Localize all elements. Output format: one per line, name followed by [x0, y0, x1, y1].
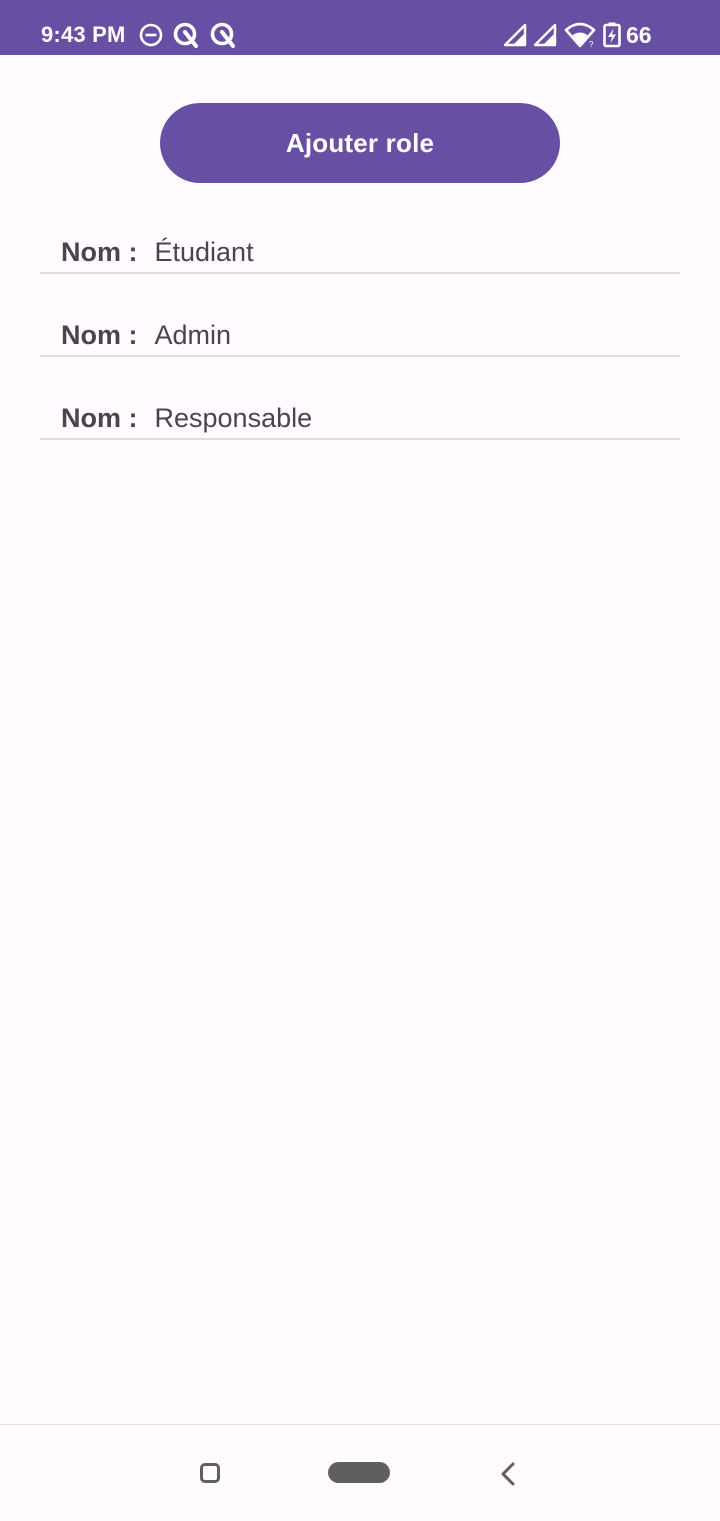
role-name: Responsable	[154, 402, 313, 433]
home-icon[interactable]	[328, 1462, 390, 1483]
add-role-button-label: Ajouter role	[285, 127, 435, 158]
signal-icon	[503, 23, 527, 47]
role-row: Nom : Étudiant	[61, 236, 254, 268]
recents-icon[interactable]	[200, 1463, 220, 1483]
divider	[40, 438, 680, 440]
battery-level: 66	[626, 22, 652, 48]
wifi-icon: ?	[564, 22, 596, 49]
role-label: Nom :	[61, 236, 138, 267]
q-app-icon	[210, 22, 235, 48]
role-name: Étudiant	[154, 236, 254, 267]
list-item[interactable]: Nom : Admin	[40, 314, 680, 397]
do-not-disturb-icon	[139, 23, 163, 47]
back-icon[interactable]	[498, 1461, 518, 1487]
list-item[interactable]: Nom : Étudiant	[40, 231, 680, 314]
role-list: Nom : Étudiant Nom : Admin Nom : Respons…	[40, 231, 680, 480]
svg-text:?: ?	[589, 40, 594, 49]
battery-charging-icon	[603, 22, 621, 48]
role-name: Admin	[154, 319, 232, 350]
role-label: Nom :	[61, 402, 138, 433]
navigation-bar	[0, 1424, 720, 1521]
role-row: Nom : Responsable	[61, 402, 312, 434]
divider	[40, 355, 680, 357]
status-time: 9:43 PM	[41, 22, 126, 47]
list-item[interactable]: Nom : Responsable	[40, 397, 680, 480]
role-row: Nom : Admin	[61, 319, 231, 351]
add-role-button[interactable]: Ajouter role	[160, 103, 560, 183]
q-app-icon	[173, 22, 198, 48]
divider	[40, 272, 680, 274]
role-label: Nom :	[61, 319, 138, 350]
signal-icon	[533, 23, 557, 47]
status-bar: 9:43 PM ? 66	[0, 0, 720, 55]
